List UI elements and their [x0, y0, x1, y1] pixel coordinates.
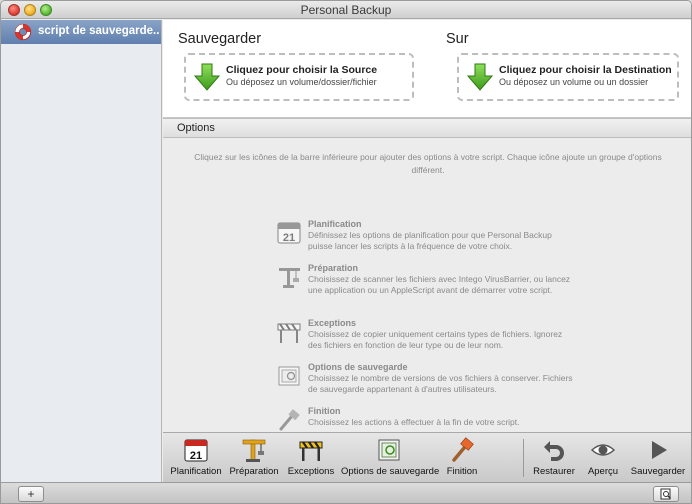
toolbar-separator: [523, 439, 524, 477]
toolbar-planification-label: Planification: [170, 466, 222, 477]
source-title: Cliquez pour choisir la Source: [226, 64, 378, 76]
sidebar: script de sauvegarde...: [1, 20, 162, 482]
option-name: Finition: [308, 406, 341, 416]
destination-dropzone[interactable]: Cliquez pour choisir la Destination Ou d…: [457, 53, 679, 101]
toolbar-sauvegarder-label: Sauvegarder: [630, 466, 686, 477]
toolbar-apercu-label: Aperçu: [587, 466, 619, 477]
versions-icon: [378, 439, 400, 461]
toolbar-options-sauvegarde-label: Options de sauvegarde: [341, 466, 440, 477]
restore-arrow-icon: [544, 441, 564, 461]
add-script-button[interactable]: +: [18, 486, 44, 502]
paintbrush-icon: [452, 437, 474, 462]
calendar-icon: 21: [184, 439, 208, 462]
destination-heading: Sur: [446, 31, 469, 47]
toolbar-finition-button[interactable]: Finition: [441, 435, 483, 481]
options-intro-text: Cliquez sur les icônes de la barre infér…: [194, 152, 662, 175]
log-viewer-button[interactable]: [653, 486, 679, 502]
window-bottom-bar: +: [1, 482, 691, 503]
paintbrush-icon: [279, 409, 300, 431]
toolbar-apercu-button[interactable]: Aperçu: [581, 435, 625, 481]
toolbar-options-sauvegarde-button[interactable]: Options de sauvegarde: [341, 435, 440, 481]
sidebar-item-backup-script[interactable]: script de sauvegarde...: [1, 20, 161, 44]
source-dropzone[interactable]: Cliquez pour choisir la Source Ou dépose…: [184, 53, 414, 101]
toolbar-restaurer-button[interactable]: Restaurer: [529, 435, 579, 481]
option-name: Préparation: [308, 263, 359, 273]
title-bar: Personal Backup: [1, 1, 691, 19]
option-description: Choisissez de scanner les fichiers avec …: [308, 274, 571, 295]
toolbar-preparation-button[interactable]: Préparation: [227, 435, 281, 481]
option-name: Planification: [308, 219, 362, 229]
green-down-arrow-icon: [194, 63, 220, 91]
option-name: Options de sauvegarde: [308, 362, 408, 372]
toolbar-restaurer-label: Restaurer: [533, 466, 575, 477]
options-header-label: Options: [177, 122, 215, 134]
source-heading: Sauvegarder: [178, 31, 262, 47]
option-name: Exceptions: [308, 318, 357, 328]
barrier-icon: [277, 323, 301, 343]
toolbar-exceptions-button[interactable]: Exceptions: [285, 435, 337, 481]
barrier-icon: [299, 441, 323, 461]
log-magnifier-icon: [660, 488, 671, 500]
crane-icon: [242, 439, 266, 462]
toolbar-sauvegarder-button[interactable]: Sauvegarder: [629, 435, 687, 481]
toolbar-finition-label: Finition: [446, 466, 478, 477]
svg-text:21: 21: [283, 232, 295, 244]
calendar-icon: 21: [277, 222, 301, 244]
destination-subtitle: Ou déposez un volume ou un dossier: [499, 77, 649, 87]
source-subtitle: Ou déposez un volume/dossier/fichier: [226, 77, 377, 87]
versions-icon: [278, 366, 300, 386]
option-description: Définissez les options de planification …: [308, 230, 552, 251]
play-icon: [652, 441, 667, 459]
option-description: Choisissez de copier uniquement certains…: [308, 329, 563, 350]
lifebuoy-icon: [14, 23, 32, 41]
main-panel: Sauvegarder Sur Cliquez pour choisir la …: [163, 20, 691, 482]
option-description: Choisissez les actions à effectuer à la …: [308, 417, 520, 427]
toolbar-preparation-label: Préparation: [229, 466, 279, 477]
eye-icon: [590, 444, 616, 456]
bottom-toolbar: 21 Planification Préparation Exceptions …: [163, 432, 691, 482]
source-destination-panel: Sauvegarder Sur Cliquez pour choisir la …: [163, 20, 691, 118]
svg-text:21: 21: [190, 450, 202, 462]
window-title: Personal Backup: [300, 3, 392, 17]
options-body: Cliquez sur les icônes de la barre infér…: [163, 139, 691, 432]
sidebar-item-label: script de sauvegarde...: [38, 25, 160, 37]
destination-title: Cliquez pour choisir la Destination: [499, 64, 672, 76]
app-window: Personal Backup script de sauvegarde... …: [0, 0, 692, 504]
toolbar-exceptions-label: Exceptions: [287, 466, 335, 477]
options-header: Options: [163, 118, 691, 138]
green-down-arrow-icon: [467, 63, 493, 91]
option-description: Choisissez le nombre de versions de vos …: [308, 373, 573, 394]
crane-icon: [279, 268, 300, 288]
toolbar-planification-button[interactable]: 21 Planification: [169, 435, 223, 481]
